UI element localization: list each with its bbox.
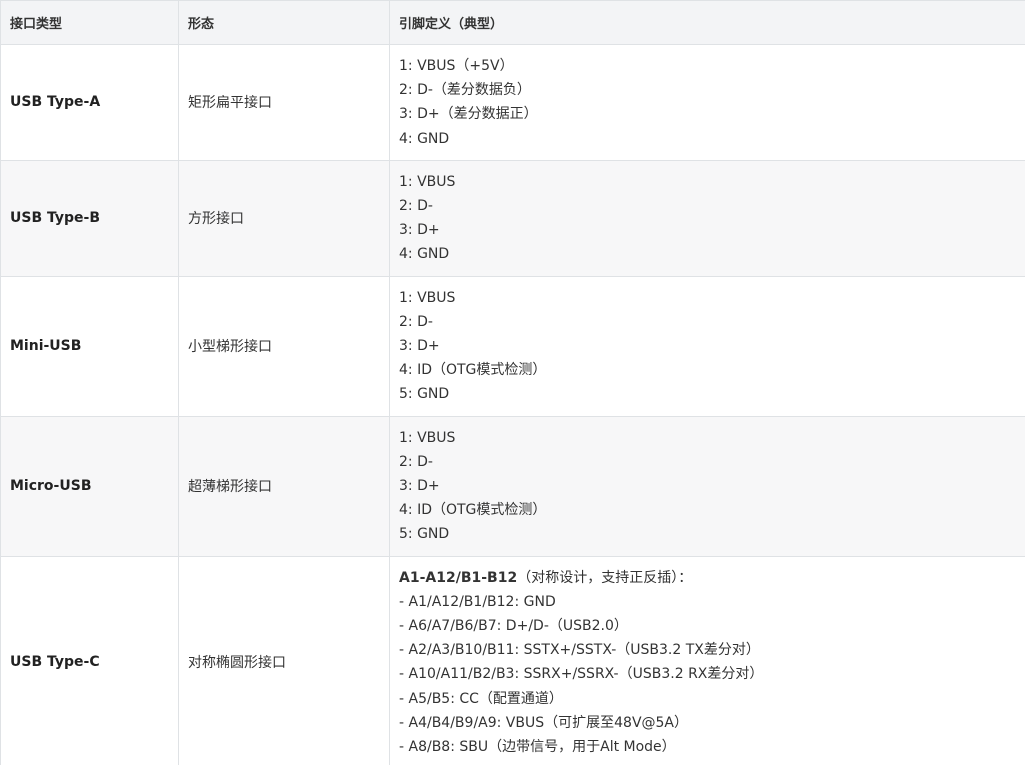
pin-list: 1: VBUS 2: D- 3: D+ 4: ID（OTG模式检测） 5: GN… (389, 275, 1025, 417)
pin-item: 4: ID（OTG模式检测） (399, 362, 547, 379)
interface-shape: 方形接口 (178, 159, 390, 277)
table-row: USB Type-B 方形接口 1: VBUS 2: D- 3: D+ 4: G… (0, 159, 1025, 277)
table-row: USB Type-A 矩形扁平接口 1: VBUS（+5V） 2: D-（差分数… (0, 44, 1025, 161)
pin-item: 1: VBUS（+5V） (399, 58, 514, 74)
pin-list: 1: VBUS（+5V） 2: D-（差分数据负） 3: D+（差分数据正） 4… (389, 44, 1025, 161)
pin-item: 2: D- (399, 198, 433, 215)
pin-intro-bold: A1-A12/B1-B12 (399, 569, 518, 586)
interface-name: USB Type-C (0, 555, 179, 765)
table-header-row: 接口类型 形态 引脚定义（典型） (0, 0, 1025, 45)
pin-item: 2: D- (399, 313, 433, 330)
usb-interface-table: 接口类型 形态 引脚定义（典型） USB Type-A 矩形扁平接口 1: VB… (0, 0, 1025, 765)
header-interface-type: 接口类型 (0, 0, 179, 45)
table-row: Mini-USB 小型梯形接口 1: VBUS 2: D- 3: D+ 4: I… (0, 275, 1025, 417)
pin-item: - A2/A3/B10/B11: SSTX+/SSTX-（USB3.2 TX差分… (399, 642, 760, 659)
pin-item: 3: D+ (399, 338, 440, 355)
pin-item: 2: D-（差分数据负） (399, 82, 531, 99)
pin-item: - A1/A12/B1/B12: GND (399, 593, 556, 610)
pin-item: 4: GND (399, 130, 450, 147)
table-row: Micro-USB 超薄梯形接口 1: VBUS 2: D- 3: D+ 4: … (0, 415, 1025, 557)
pin-intro: A1-A12/B1-B12（对称设计，支持正反插）： (399, 566, 1017, 590)
pin-item: 4: ID（OTG模式检测） (399, 502, 547, 519)
pin-item: 5: GND (399, 526, 450, 543)
pin-list: 1: VBUS 2: D- 3: D+ 4: ID（OTG模式检测） 5: GN… (389, 415, 1025, 557)
interface-shape: 对称椭圆形接口 (178, 555, 390, 765)
pin-intro-rest: （对称设计，支持正反插）： (517, 569, 693, 586)
header-form: 形态 (178, 0, 390, 45)
interface-name: USB Type-B (0, 159, 179, 277)
pin-item: 3: D+ (399, 222, 440, 239)
pin-item: - A5/B5: CC（配置通道） (399, 690, 563, 707)
interface-shape: 矩形扁平接口 (178, 44, 390, 161)
interface-shape: 超薄梯形接口 (178, 415, 390, 557)
pin-item: 3: D+ (399, 478, 440, 495)
interface-name: Micro-USB (0, 415, 179, 557)
interface-name: Mini-USB (0, 275, 179, 417)
pin-item: 1: VBUS (399, 173, 456, 190)
header-pin-definition: 引脚定义（典型） (389, 0, 1025, 45)
pin-item: - A10/A11/B2/B3: SSRX+/SSRX-（USB3.2 RX差分… (399, 666, 764, 683)
pin-item: - A8/B8: SBU（边带信号，用于Alt Mode） (399, 739, 676, 756)
interface-name: USB Type-A (0, 44, 179, 161)
pin-item: - A6/A7/B6/B7: D+/D-（USB2.0） (399, 618, 628, 635)
pin-item: 2: D- (399, 453, 433, 470)
pin-list: A1-A12/B1-B12（对称设计，支持正反插）： - A1/A12/B1/B… (389, 555, 1025, 765)
pin-list: 1: VBUS 2: D- 3: D+ 4: GND (389, 159, 1025, 277)
table-row: USB Type-C 对称椭圆形接口 A1-A12/B1-B12（对称设计，支持… (0, 555, 1025, 765)
interface-shape: 小型梯形接口 (178, 275, 390, 417)
pin-item: 3: D+（差分数据正） (399, 106, 538, 123)
pin-item: 4: GND (399, 246, 450, 263)
pin-item: 5: GND (399, 386, 450, 403)
pin-item: - A4/B4/B9/A9: VBUS（可扩展至48V@5A） (399, 714, 689, 731)
pin-item: 1: VBUS (399, 429, 456, 446)
pin-item: 1: VBUS (399, 289, 456, 306)
